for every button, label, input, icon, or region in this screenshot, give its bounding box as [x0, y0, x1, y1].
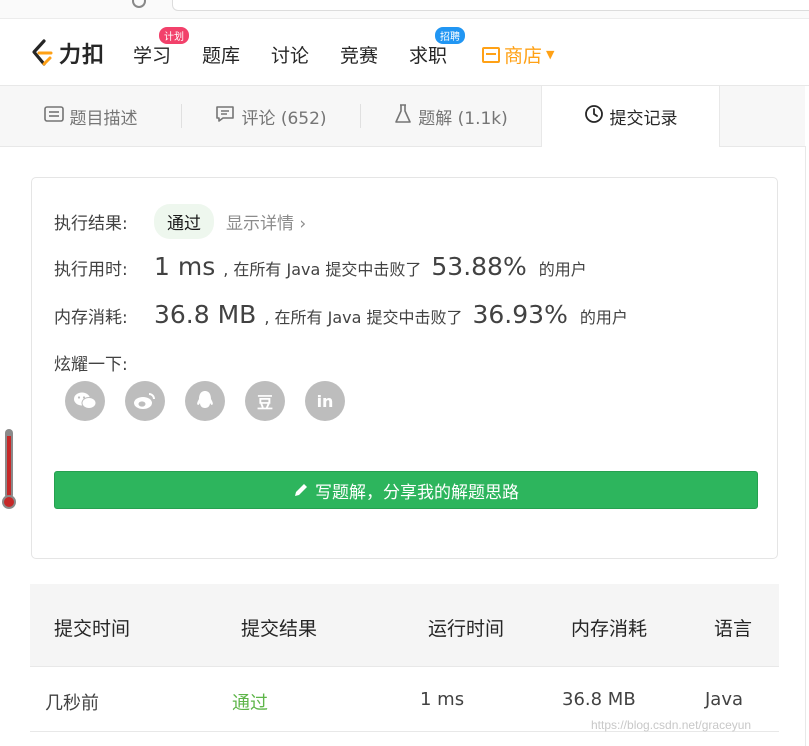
- status-badge: 通过: [154, 204, 214, 239]
- show-details-label: 显示详情: [226, 214, 294, 234]
- tab-submissions[interactable]: 提交记录: [541, 86, 720, 147]
- result-status-row: 执行结果: 通过 显示详情 ›: [54, 204, 306, 239]
- cell-status-link[interactable]: 通过: [232, 689, 268, 715]
- memory-suffix: 的用户: [579, 308, 628, 327]
- tab-description-label: 题目描述: [69, 108, 138, 129]
- chevron-down-icon: ▼: [546, 48, 555, 61]
- qq-icon[interactable]: [185, 381, 225, 421]
- tab-solutions-label: 题解 (1.1k): [418, 108, 508, 129]
- nav-jobs-label: 求职: [409, 45, 448, 67]
- watermark: https://blog.csdn.net/graceyun: [591, 718, 752, 732]
- runtime-beat-text: , 在所有 Java 提交中击败了: [223, 260, 422, 279]
- nav-contest[interactable]: 竞赛: [340, 41, 378, 68]
- write-solution-label: 写题解，分享我的解题思路: [315, 482, 519, 503]
- cell-runtime: 1 ms: [420, 689, 465, 710]
- write-solution-button[interactable]: 写题解，分享我的解题思路: [54, 471, 758, 509]
- description-icon: [43, 105, 64, 127]
- show-details-link[interactable]: 显示详情 ›: [226, 209, 306, 234]
- linkedin-icon[interactable]: in: [305, 381, 345, 421]
- flask-icon: [394, 103, 412, 129]
- header-submit-time: 提交时间: [54, 618, 131, 640]
- problem-tabbar: 题目描述 评论 (652) 题解 (1.1k) 提交记录: [0, 86, 805, 147]
- memory-percent: 36.93%: [472, 300, 568, 329]
- tab-comments[interactable]: 评论 (652): [182, 86, 360, 146]
- nav-learn-label: 学习: [133, 45, 172, 67]
- submissions-table: 提交时间 提交结果 运行时间 内存消耗 语言 几秒前 通过 1 ms 36.8 …: [30, 584, 779, 732]
- cell-memory: 36.8 MB: [562, 689, 636, 710]
- header-runtime: 运行时间: [428, 618, 505, 640]
- chevron-right-icon: ›: [299, 214, 307, 234]
- memory-beat-text: , 在所有 Java 提交中击败了: [264, 308, 463, 327]
- runtime-label: 执行用时:: [54, 260, 128, 280]
- comment-icon: [215, 105, 235, 128]
- wechat-icon[interactable]: [65, 381, 105, 421]
- nav-learn[interactable]: 学习 计划: [133, 27, 189, 68]
- tab-comments-label: 评论 (652): [241, 108, 327, 129]
- hiring-badge: 招聘: [435, 27, 465, 44]
- nav-store-label: 商店: [504, 45, 543, 67]
- cell-submit-time: 几秒前: [45, 693, 99, 714]
- memory-value: 36.8 MB: [154, 300, 257, 329]
- share-label: 炫耀一下:: [54, 355, 128, 375]
- table-header: 提交时间 提交结果 运行时间 内存消耗 语言: [30, 584, 779, 667]
- tab-submissions-label: 提交记录: [609, 109, 678, 129]
- panel-border: [805, 146, 806, 746]
- memory-label: 内存消耗:: [54, 308, 128, 328]
- runtime-percent: 53.88%: [431, 252, 527, 281]
- nav-store[interactable]: 商店 ▼: [482, 41, 554, 68]
- header-status: 提交结果: [241, 618, 318, 640]
- header-memory: 内存消耗: [571, 618, 648, 640]
- status-label: 执行结果:: [54, 214, 128, 234]
- store-icon: [482, 46, 500, 63]
- memory-row: 内存消耗: 36.8 MB , 在所有 Java 提交中击败了 36.93% 的…: [54, 300, 628, 329]
- weibo-icon[interactable]: [125, 381, 165, 421]
- share-label-row: 炫耀一下:: [54, 350, 128, 375]
- clock-icon: [584, 104, 604, 129]
- douban-icon[interactable]: 豆: [245, 381, 285, 421]
- browser-refresh-icon[interactable]: [132, 0, 146, 8]
- nav-discuss[interactable]: 讨论: [271, 41, 309, 68]
- leetcode-logo[interactable]: 力扣: [29, 37, 109, 69]
- pencil-icon: [295, 484, 307, 496]
- plan-badge: 计划: [159, 27, 189, 44]
- top-navbar: 力扣 学习 计划 题库 讨论 竞赛 求职 招聘 商店 ▼: [0, 19, 809, 86]
- address-bar[interactable]: [172, 0, 809, 11]
- browser-toolbar: [0, 0, 809, 19]
- header-language: 语言: [714, 618, 753, 640]
- submission-result-card: 执行结果: 通过 显示详情 › 执行用时: 1 ms , 在所有 Java 提交…: [31, 177, 778, 559]
- share-buttons: 豆 in: [65, 381, 365, 421]
- cell-language: Java: [705, 689, 744, 710]
- tab-solutions[interactable]: 题解 (1.1k): [361, 86, 541, 146]
- thermometer-icon: [2, 429, 16, 509]
- logo-text: 力扣: [59, 43, 106, 68]
- runtime-row: 执行用时: 1 ms , 在所有 Java 提交中击败了 53.88% 的用户: [54, 252, 587, 281]
- leetcode-logo-icon: [32, 39, 53, 66]
- runtime-value: 1 ms: [154, 252, 216, 281]
- runtime-suffix: 的用户: [538, 260, 587, 279]
- linkedin-glyph: in: [316, 391, 334, 411]
- douban-glyph: 豆: [256, 393, 273, 412]
- nav-jobs[interactable]: 求职 招聘: [409, 27, 465, 68]
- tab-description[interactable]: 题目描述: [0, 86, 181, 146]
- nav-problems[interactable]: 题库: [202, 41, 240, 68]
